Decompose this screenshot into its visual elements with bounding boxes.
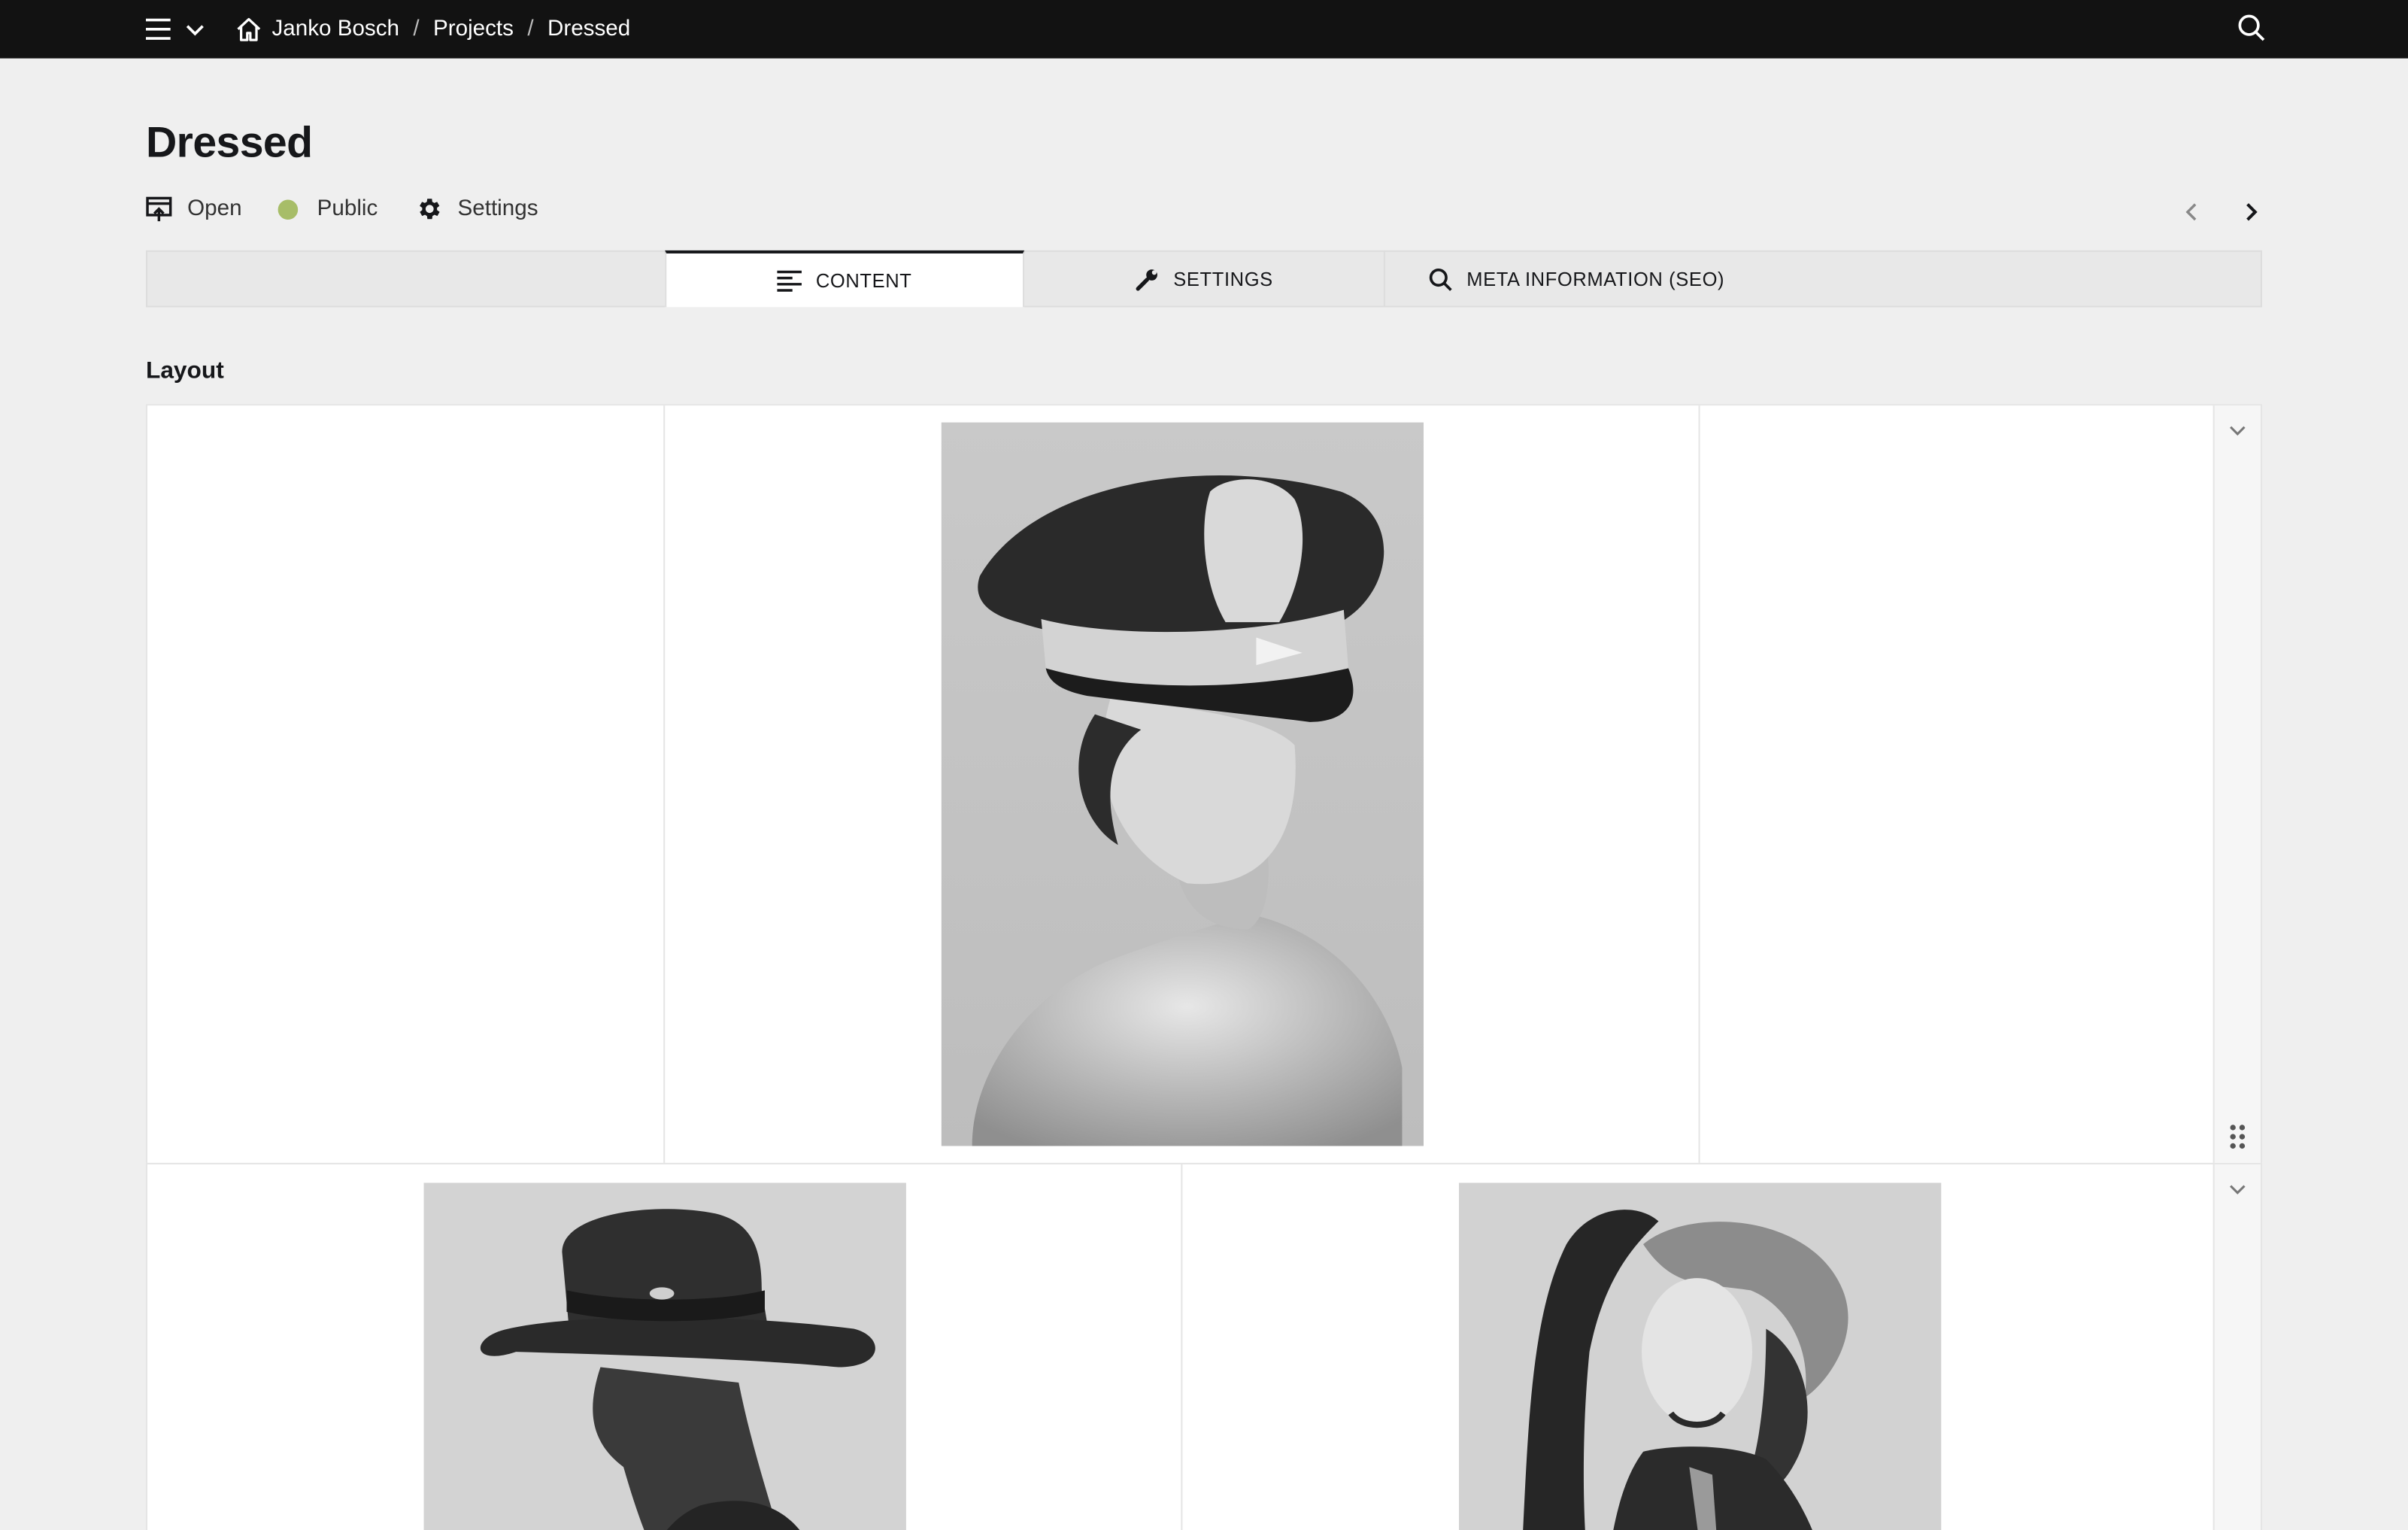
layout-column-empty[interactable] [147, 405, 666, 1163]
topbar: Janko Bosch / Projects / Dressed [0, 0, 2408, 59]
tab-bar: CONTENT SETTINGS META INFORMATION (SEO) [145, 250, 2263, 308]
breadcrumb: Janko Bosch / Projects / Dressed [235, 0, 630, 59]
breadcrumb-current[interactable]: Dressed [547, 17, 630, 41]
chevron-right-icon[interactable] [2236, 196, 2267, 227]
layout-column-image[interactable] [1182, 1164, 2215, 1530]
open-preview-icon [146, 196, 172, 221]
settings-label: Settings [457, 196, 538, 222]
status-label: Public [317, 196, 378, 222]
settings-button[interactable]: Settings [414, 195, 538, 223]
chevron-down-icon[interactable] [2227, 420, 2249, 442]
breadcrumb-separator: / [413, 17, 420, 42]
tab-content-label: CONTENT [815, 269, 912, 291]
breadcrumb-site[interactable]: Janko Bosch [271, 17, 399, 41]
chevron-down-icon[interactable] [183, 17, 208, 41]
wrench-icon [1136, 269, 1158, 290]
portrait-image [423, 1182, 906, 1530]
drag-handle-icon[interactable] [2228, 1123, 2247, 1151]
chevron-left-icon[interactable] [2176, 196, 2207, 227]
row-options [2212, 1164, 2261, 1530]
layout-column-image[interactable] [147, 1164, 1183, 1530]
section-label-layout: Layout [145, 357, 224, 384]
image-portrait-wide-brim-hat[interactable] [423, 1182, 906, 1530]
breadcrumb-projects[interactable]: Projects [433, 17, 514, 41]
home-icon[interactable] [235, 15, 262, 43]
open-label: Open [187, 196, 242, 222]
tab-seo[interactable]: META INFORMATION (SEO) [1385, 250, 1785, 308]
row-options [2212, 405, 2261, 1163]
breadcrumb-separator: / [527, 17, 534, 42]
tab-content[interactable]: CONTENT [665, 250, 1025, 308]
page-title: Dressed [145, 118, 313, 166]
image-portrait-woman-hand-on-head[interactable] [1458, 1182, 1942, 1530]
search-icon [1429, 267, 1452, 290]
status-dot [278, 199, 299, 220]
lines-icon [777, 269, 802, 291]
page-actions: Open Public Settings [146, 195, 575, 223]
gear-icon [420, 199, 440, 220]
open-button[interactable]: Open [146, 196, 242, 222]
image-portrait-officer-cap[interactable] [941, 422, 1424, 1146]
tab-settings[interactable]: SETTINGS [1024, 250, 1385, 308]
tab-settings-label: SETTINGS [1173, 268, 1273, 290]
status-button[interactable]: Public [278, 196, 378, 222]
search-icon[interactable] [2236, 12, 2267, 43]
hamburger-icon[interactable] [143, 14, 174, 44]
portrait-image [941, 422, 1424, 1146]
layout-column-empty[interactable] [1700, 405, 2216, 1163]
chevron-down-icon[interactable] [2227, 1178, 2249, 1200]
app-viewport: Janko Bosch / Projects / Dressed Dressed… [0, 0, 2408, 1530]
tab-seo-label: META INFORMATION (SEO) [1466, 268, 1725, 290]
layout-column-image[interactable] [665, 405, 1700, 1163]
layout-row [145, 404, 2263, 1164]
portrait-image [1458, 1182, 1942, 1530]
layout-row [145, 1162, 2263, 1530]
